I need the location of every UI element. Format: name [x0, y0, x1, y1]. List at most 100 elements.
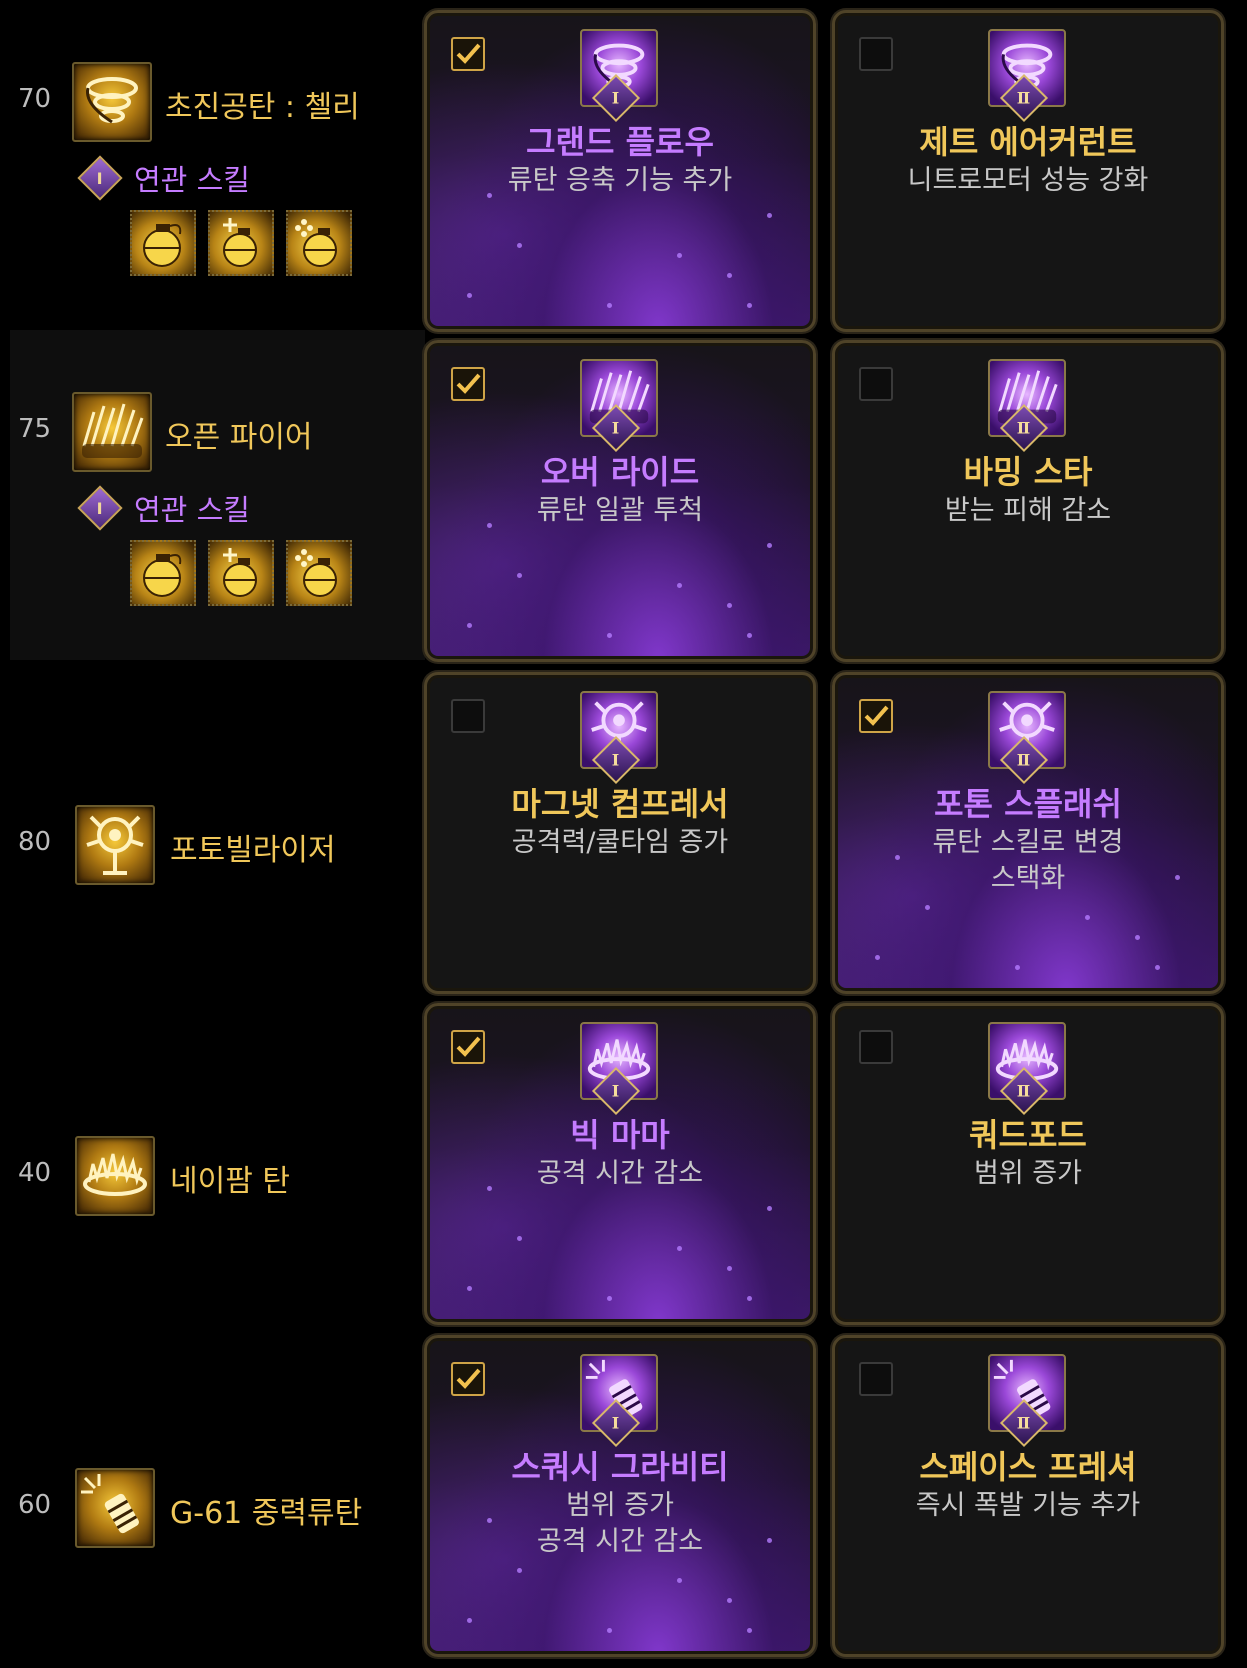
- skill-name: 오픈 파이어: [165, 420, 313, 455]
- gravity-grenade-icon[interactable]: [75, 1468, 155, 1548]
- tripod-option-card[interactable]: Ⅱ 제트 에어커런트 니트로모터 성능 강화: [832, 10, 1224, 332]
- rank-numeral: Ⅰ: [612, 1413, 620, 1433]
- skill-row: 60 G-61 중력류탄 Ⅰ 스쿼시 그라비티 범위 증가 공격 시간 감소 Ⅱ 스페이스 프…: [0, 1325, 1247, 1657]
- checkbox-checked[interactable]: [451, 367, 485, 401]
- checkbox-unchecked[interactable]: [451, 699, 485, 733]
- tripod-description: 받는 피해 감소: [835, 493, 1221, 529]
- tripod-option-card[interactable]: Ⅰ 오버 라이드류탄 일괄 투척: [424, 340, 816, 662]
- photon-tree-icon[interactable]: [75, 805, 155, 885]
- flash-grenade-icon[interactable]: [208, 210, 274, 276]
- tripod-option-card[interactable]: Ⅰ 스쿼시 그라비티 범위 증가 공격 시간 감소: [424, 1335, 816, 1657]
- checkbox-checked[interactable]: [451, 1030, 485, 1064]
- sparkle-decoration: [747, 633, 752, 638]
- description-line: 류탄 응축 기능 추가: [507, 165, 733, 196]
- sparkle-decoration: [727, 1266, 732, 1271]
- related-skill-icons: [130, 540, 352, 606]
- sparkle-decoration: [1135, 935, 1140, 940]
- checkbox-checked[interactable]: [451, 37, 485, 71]
- checkmark-icon: [453, 1364, 483, 1394]
- sparkle-decoration: [467, 1618, 472, 1623]
- sparkle-decoration: [1015, 965, 1020, 970]
- vortex-grenade-icon[interactable]: [72, 62, 152, 142]
- sparkle-decoration: [607, 303, 612, 308]
- rank-numeral: Ⅰ: [612, 418, 620, 438]
- related-skills-header: Ⅰ 연관 스킬: [77, 155, 250, 201]
- skill-name: G-61 중력류탄: [170, 1496, 363, 1531]
- tripod-description: 공격력/쿨타임 증가: [427, 825, 813, 861]
- skill-level: 80: [18, 827, 52, 857]
- tripod-description: 류탄 스킬로 변경스택화: [835, 825, 1221, 897]
- related-skills-label: 연관 스킬: [134, 163, 250, 197]
- checkbox-unchecked[interactable]: [859, 367, 893, 401]
- sparkle-decoration: [767, 213, 772, 218]
- skill-row: 70 초진공탄 : 첼리 Ⅰ 연관 스킬 Ⅰ 그랜드 플로우 류탄 응축 기능 추가 Ⅱ 제트 …: [0, 0, 1247, 332]
- tripod-option-card[interactable]: Ⅰ 빅 마마 공격 시간 감소: [424, 1003, 816, 1325]
- sparkle-decoration: [517, 573, 522, 578]
- skill-level: 75: [18, 414, 52, 444]
- skill-row: 80 포토빌라이저 Ⅰ 마그넷 컴프레서 공격력/쿨타임 증가 Ⅱ 포톤 스플래쉬 류탄 스킬…: [0, 662, 1247, 994]
- description-line: 즉시 폭발 기능 추가: [915, 1490, 1141, 1521]
- related-skill-icons: [130, 210, 352, 276]
- sparkle-decoration: [747, 1628, 752, 1633]
- tripod-title: 그랜드 플로우: [526, 123, 714, 161]
- sparkle-decoration: [727, 1598, 732, 1603]
- description-line: 받는 피해 감소: [944, 495, 1112, 526]
- rank-numeral: Ⅱ: [1017, 1413, 1031, 1433]
- sparkle-decoration: [925, 905, 930, 910]
- tripod-description: 류탄 응축 기능 추가: [427, 163, 813, 199]
- description-line: 스택화: [990, 863, 1066, 894]
- sparkle-decoration: [767, 1206, 772, 1211]
- tripod-description: 공격 시간 감소: [427, 1156, 813, 1192]
- sparkle-decoration: [607, 1628, 612, 1633]
- sparkle-decoration: [607, 633, 612, 638]
- gunfire-icon[interactable]: [72, 392, 152, 472]
- skill-level: 70: [18, 84, 52, 114]
- tripod-option-card[interactable]: Ⅱ 스페이스 프레셔즉시 폭발 기능 추가: [832, 1335, 1224, 1657]
- sparkle-decoration: [1155, 965, 1160, 970]
- description-line: 류탄 일괄 투척: [536, 495, 704, 526]
- tripod-option-card[interactable]: Ⅰ 마그넷 컴프레서 공격력/쿨타임 증가: [424, 672, 816, 994]
- checkbox-unchecked[interactable]: [859, 37, 893, 71]
- description-line: 류탄 스킬로 변경: [932, 827, 1124, 858]
- sparkle-decoration: [467, 623, 472, 628]
- sparkle-decoration: [727, 273, 732, 278]
- checkmark-icon: [453, 369, 483, 399]
- flash-grenade-icon[interactable]: [208, 540, 274, 606]
- tripod-option-card[interactable]: Ⅱ 바밍 스타 받는 피해 감소: [832, 340, 1224, 662]
- skill-row: 40 네이팜 탄 Ⅰ 빅 마마 공격 시간 감소 Ⅱ 쿼드포드 범위 증가: [0, 993, 1247, 1325]
- checkbox-checked[interactable]: [859, 699, 893, 733]
- tripod-option-card[interactable]: Ⅱ 포톤 스플래쉬 류탄 스킬로 변경 스택화: [832, 672, 1224, 994]
- sparkle-decoration: [517, 1568, 522, 1573]
- related-skills-header: Ⅰ 연관 스킬: [77, 485, 250, 531]
- sparkle-decoration: [677, 1246, 682, 1251]
- description-line: 범위 증가: [974, 1158, 1082, 1189]
- sparkle-decoration: [517, 1236, 522, 1241]
- sparkle-decoration: [677, 1578, 682, 1583]
- napalm-fire-icon[interactable]: [75, 1136, 155, 1216]
- sparkle-decoration: [467, 293, 472, 298]
- rank-1-diamond-icon: Ⅰ: [77, 155, 123, 201]
- checkbox-unchecked[interactable]: [859, 1362, 893, 1396]
- rank-numeral: Ⅱ: [1017, 1081, 1031, 1101]
- checkbox-checked[interactable]: [451, 1362, 485, 1396]
- tripod-description: 류탄 일괄 투척: [427, 493, 813, 529]
- checkmark-icon: [453, 39, 483, 69]
- tripod-option-card[interactable]: Ⅰ 그랜드 플로우 류탄 응축 기능 추가: [424, 10, 816, 332]
- checkbox-unchecked[interactable]: [859, 1030, 893, 1064]
- tripod-title: 스쿼시 그라비티: [511, 1448, 729, 1486]
- tripod-title: 오버 라이드: [540, 453, 700, 491]
- tripod-title: 스페이스 프레셔: [919, 1448, 1137, 1486]
- checkmark-icon: [861, 701, 891, 731]
- description-line: 공격력/쿨타임 증가: [511, 827, 729, 858]
- sparkle-decoration: [607, 1296, 612, 1301]
- description-line: 니트로모터 성능 강화: [907, 165, 1149, 196]
- grenade-icon[interactable]: [130, 540, 196, 606]
- skill-name: 포토빌라이저: [170, 833, 336, 868]
- tripod-option-card[interactable]: Ⅱ 쿼드포드 범위 증가: [832, 1003, 1224, 1325]
- cross-grenade-icon[interactable]: [286, 210, 352, 276]
- cross-grenade-icon[interactable]: [286, 540, 352, 606]
- sparkle-decoration: [747, 303, 752, 308]
- rank-numeral: Ⅰ: [612, 750, 620, 770]
- grenade-icon[interactable]: [130, 210, 196, 276]
- related-skills-label: 연관 스킬: [134, 493, 250, 527]
